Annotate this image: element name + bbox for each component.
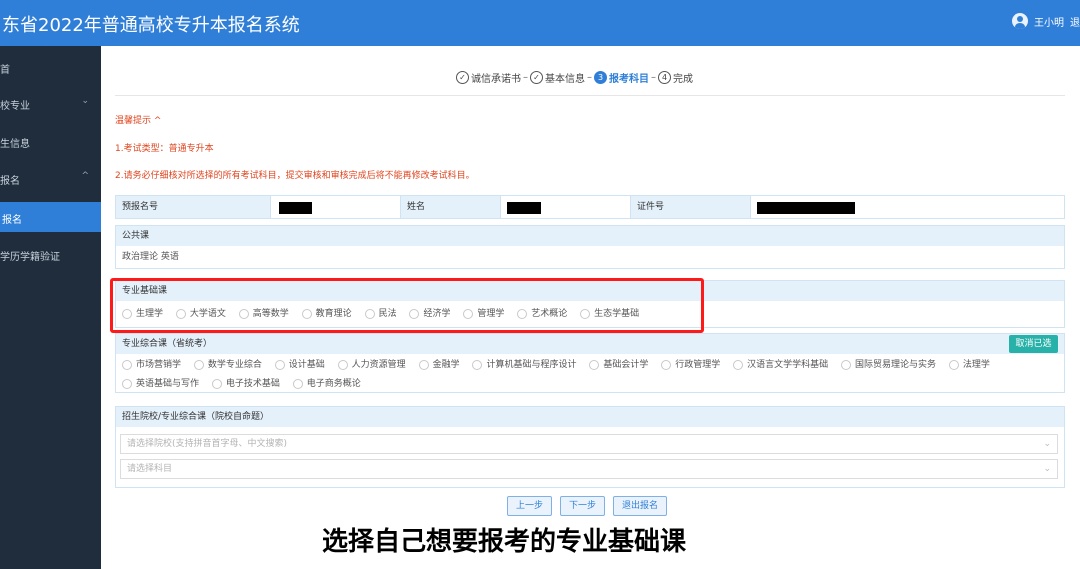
sidebar-item-education-verify[interactable]: 学历学籍验证 bbox=[0, 241, 101, 269]
radio-circle-icon[interactable] bbox=[122, 360, 132, 370]
progress-steps: ✓ 诚信承诺书 – ✓ 基本信息 – 3 报考科目 – 4 完成 bbox=[456, 70, 693, 85]
notice-title[interactable]: 温馨提示 ^ bbox=[115, 113, 161, 126]
exit-registration-button[interactable]: 退出报名 bbox=[613, 496, 668, 516]
comprehensive-option[interactable]: 市场营销学 bbox=[122, 357, 181, 373]
radio-circle-icon[interactable] bbox=[274, 360, 285, 370]
comprehensive-option[interactable]: 数学专业综合 bbox=[193, 357, 262, 373]
step-separator: – bbox=[523, 72, 528, 83]
reg-number-value bbox=[271, 196, 401, 218]
divider bbox=[115, 95, 1065, 96]
comprehensive-course-title: 专业综合课（省统考） bbox=[116, 334, 1064, 354]
chevron-down-icon: ⌄ bbox=[1043, 464, 1051, 474]
radio-circle-icon[interactable] bbox=[193, 360, 204, 370]
comprehensive-course-options: 市场营销学 数学专业综合 设计基础 人力资源管理 金融学 计算机基础与程序设计 … bbox=[116, 354, 1064, 392]
radio-circle-icon[interactable] bbox=[292, 379, 303, 389]
public-course-subjects: 政治理论 英语 bbox=[116, 246, 1064, 268]
comprehensive-option[interactable]: 基础会计学 bbox=[589, 357, 648, 373]
candidate-info-row: 预报名号 姓名 证件号 bbox=[115, 195, 1065, 219]
public-course-section: 公共课 政治理论 英语 bbox=[115, 225, 1065, 269]
notice-line-1: 1.考试类型：普通专升本 bbox=[115, 144, 214, 154]
comprehensive-option[interactable]: 国际贸易理论与实务 bbox=[841, 357, 936, 373]
radio-circle-icon[interactable] bbox=[472, 360, 483, 370]
radio-circle-icon[interactable] bbox=[211, 379, 222, 389]
radio-circle-icon[interactable] bbox=[661, 360, 672, 370]
name-value bbox=[501, 196, 631, 218]
reg-number-label: 预报名号 bbox=[116, 196, 271, 218]
next-step-button[interactable]: 下一步 bbox=[560, 496, 606, 516]
prev-step-button[interactable]: 上一步 bbox=[507, 496, 553, 516]
step-number-icon: 3 bbox=[594, 71, 607, 84]
step-3-current: 3 报考科目 bbox=[594, 70, 649, 85]
comprehensive-option[interactable]: 计算机基础与程序设计 bbox=[472, 357, 576, 373]
radio-circle-icon[interactable] bbox=[589, 360, 600, 370]
subject-select[interactable]: 请选择科目 ⌄ bbox=[120, 459, 1058, 479]
school-select[interactable]: 请选择院校(支持拼音首字母、中文搜索) ⌄ bbox=[120, 434, 1058, 454]
step-4: 4 完成 bbox=[658, 70, 693, 85]
check-circle-icon: ✓ bbox=[530, 71, 543, 84]
comprehensive-option[interactable]: 电子技术基础 bbox=[211, 376, 280, 392]
form-actions: 上一步 下一步 退出报名 bbox=[507, 496, 668, 516]
app-title: 东省2022年普通高校专升本报名系统 bbox=[2, 15, 300, 36]
public-course-title: 公共课 bbox=[116, 226, 1064, 246]
radio-circle-icon[interactable] bbox=[841, 360, 852, 370]
comprehensive-option[interactable]: 设计基础 bbox=[274, 357, 325, 373]
notice-line-2: 2.请务必仔细核对所选择的所有考试科目，提交审核和审核完成后将不能再修改考试科目… bbox=[115, 171, 475, 181]
user-name: 王小明 bbox=[1034, 17, 1064, 29]
comprehensive-option[interactable]: 行政管理学 bbox=[661, 357, 720, 373]
cancel-selection-button[interactable]: 取消已选 bbox=[1009, 335, 1058, 353]
user-avatar-icon bbox=[1012, 13, 1028, 29]
sidebar-item-home[interactable]: 首 bbox=[0, 54, 101, 82]
sidebar-item-school-major[interactable]: 校专业 ⌄ bbox=[0, 90, 101, 118]
sidebar: 首 校专业 ⌄ 生信息 报名 ^ 报名 学历学籍验证 bbox=[0, 46, 101, 569]
chevron-down-icon: ⌄ bbox=[1043, 439, 1051, 449]
comprehensive-option[interactable]: 电子商务概论 bbox=[292, 376, 361, 392]
comprehensive-option[interactable]: 法理学 bbox=[948, 357, 990, 373]
name-label: 姓名 bbox=[401, 196, 501, 218]
radio-circle-icon[interactable] bbox=[337, 360, 348, 370]
radio-circle-icon[interactable] bbox=[948, 360, 959, 370]
radio-circle-icon[interactable] bbox=[418, 360, 429, 370]
sidebar-item-student-info[interactable]: 生信息 bbox=[0, 128, 101, 156]
sidebar-item-pre-registration[interactable]: 报名 bbox=[0, 202, 101, 232]
redaction-bar bbox=[757, 202, 855, 214]
radio-circle-icon[interactable] bbox=[733, 360, 744, 370]
user-menu[interactable]: 王小明 退 bbox=[1012, 13, 1080, 29]
step-separator: – bbox=[651, 72, 656, 83]
step-2: ✓ 基本信息 bbox=[530, 70, 585, 85]
comprehensive-course-section: 专业综合课（省统考） 市场营销学 数学专业综合 设计基础 人力资源管理 金融学 … bbox=[115, 333, 1065, 393]
comprehensive-option[interactable]: 英语基础与写作 bbox=[122, 376, 199, 392]
id-number-value bbox=[751, 196, 1064, 218]
highlight-box bbox=[110, 278, 704, 333]
step-number-icon: 4 bbox=[658, 71, 671, 84]
step-1: ✓ 诚信承诺书 bbox=[456, 70, 521, 85]
comprehensive-option[interactable]: 汉语言文学学科基础 bbox=[733, 357, 828, 373]
sidebar-item-registration[interactable]: 报名 ^ bbox=[0, 165, 101, 193]
logout-link[interactable]: 退 bbox=[1070, 14, 1080, 29]
step-separator: – bbox=[587, 72, 592, 83]
chevron-up-icon: ^ bbox=[81, 171, 89, 181]
comprehensive-option[interactable]: 金融学 bbox=[418, 357, 460, 373]
chevron-down-icon: ⌄ bbox=[81, 96, 89, 106]
redaction-bar bbox=[507, 202, 541, 214]
video-caption: 选择自己想要报考的专业基础课 bbox=[322, 527, 687, 557]
app-header: 东省2022年普通高校专升本报名系统 王小明 退 bbox=[0, 0, 1080, 46]
radio-circle-icon[interactable] bbox=[122, 379, 132, 389]
check-circle-icon: ✓ bbox=[456, 71, 469, 84]
redaction-bar bbox=[279, 202, 312, 214]
id-number-label: 证件号 bbox=[631, 196, 751, 218]
comprehensive-option[interactable]: 人力资源管理 bbox=[337, 357, 406, 373]
school-course-title: 招生院校/专业综合课（院校自命题） bbox=[116, 407, 1064, 427]
